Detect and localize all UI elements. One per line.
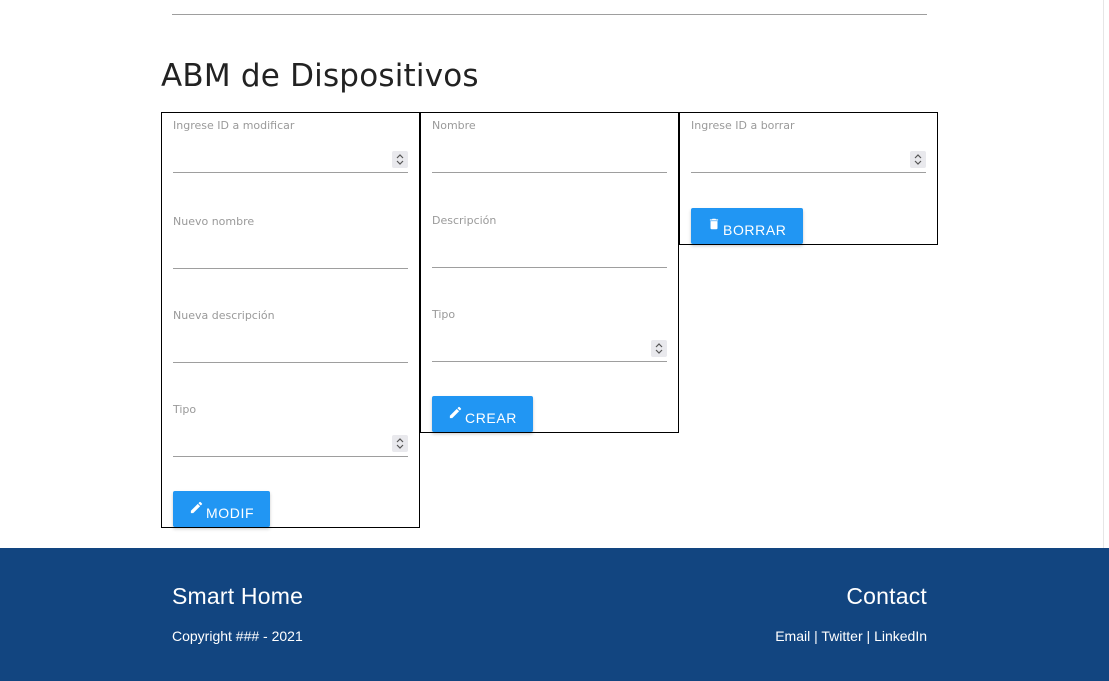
footer-twitter-link[interactable]: Twitter xyxy=(821,628,862,644)
delete-button[interactable]: BORRAR xyxy=(691,208,803,244)
pencil-icon xyxy=(448,405,463,423)
delete-id-field: Ingrese ID a borrar xyxy=(691,119,926,175)
footer-link-separator: | xyxy=(866,628,871,644)
create-name-input[interactable] xyxy=(432,141,667,173)
delete-id-spinner-icon[interactable] xyxy=(910,151,926,168)
delete-device-panel: Ingrese ID a borrar BORRAR xyxy=(679,112,938,245)
pencil-icon xyxy=(189,500,204,518)
create-name-field: Nombre xyxy=(432,119,667,175)
delete-id-label: Ingrese ID a borrar xyxy=(691,119,795,132)
modify-button[interactable]: MODIF xyxy=(173,491,271,527)
modify-description-input[interactable] xyxy=(173,331,408,363)
page-title: ABM de Dispositivos xyxy=(161,58,479,94)
footer-linkedin-link[interactable]: LinkedIn xyxy=(874,628,927,644)
create-description-label: Descripción xyxy=(432,214,497,227)
create-button[interactable]: CREAR xyxy=(432,396,534,432)
modify-type-input[interactable] xyxy=(173,425,408,457)
create-type-label: Tipo xyxy=(432,308,456,321)
delete-button-label: BORRAR xyxy=(723,222,787,238)
create-description-field: Descripción xyxy=(432,214,667,270)
site-footer: Smart Home Copyright ### - 2021 Contact … xyxy=(0,548,1109,681)
footer-email-link[interactable]: Email xyxy=(775,628,810,644)
modify-id-label: Ingrese ID a modificar xyxy=(173,119,295,132)
modify-name-label: Nuevo nombre xyxy=(173,215,255,228)
page: ABM de Dispositivos Ingrese ID a modific… xyxy=(0,0,1109,681)
modify-id-spinner-icon[interactable] xyxy=(392,151,408,168)
create-type-spinner-icon[interactable] xyxy=(651,340,667,357)
page-scroll-edge xyxy=(1103,0,1104,548)
footer-copyright: Copyright ### - 2021 xyxy=(172,628,303,644)
modify-description-label: Nueva descripción xyxy=(173,309,275,322)
create-type-field: Tipo xyxy=(432,308,667,364)
top-divider xyxy=(172,14,927,15)
modify-button-label: MODIF xyxy=(206,505,255,521)
create-description-input[interactable] xyxy=(432,236,667,268)
modify-id-field: Ingrese ID a modificar xyxy=(173,119,408,175)
footer-contact-links: Email | Twitter | LinkedIn xyxy=(775,628,927,644)
trash-icon xyxy=(707,216,721,235)
modify-type-label: Tipo xyxy=(173,403,197,416)
modify-type-field: Tipo xyxy=(173,403,408,459)
modify-id-input[interactable] xyxy=(173,141,408,173)
create-device-panel: Nombre Descripción Tipo CREAR xyxy=(420,112,679,433)
footer-brand: Smart Home xyxy=(172,583,304,609)
create-button-label: CREAR xyxy=(465,410,518,426)
footer-link-separator: | xyxy=(814,628,818,644)
modify-type-spinner-icon[interactable] xyxy=(392,435,408,452)
modify-name-field: Nuevo nombre xyxy=(173,215,408,271)
create-name-label: Nombre xyxy=(432,119,476,132)
delete-id-input[interactable] xyxy=(691,141,926,173)
footer-contact-title: Contact xyxy=(846,583,927,609)
modify-description-field: Nueva descripción xyxy=(173,309,408,365)
modify-name-input[interactable] xyxy=(173,237,408,269)
create-type-input[interactable] xyxy=(432,330,667,362)
modify-device-panel: Ingrese ID a modificar Nuevo nombre Nuev… xyxy=(161,112,420,528)
